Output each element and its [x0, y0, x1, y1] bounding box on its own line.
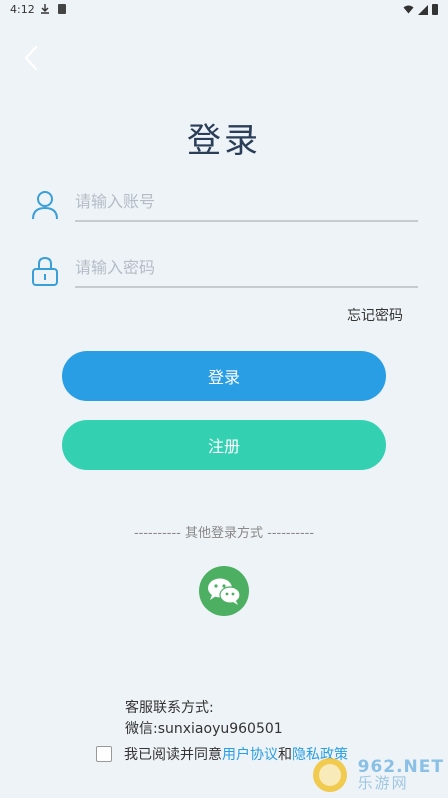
agreement-checkbox[interactable]	[96, 746, 112, 762]
user-icon	[30, 189, 60, 221]
lock-icon	[30, 255, 60, 287]
wechat-login-button[interactable]	[199, 566, 249, 616]
page-title: 登录	[187, 121, 261, 161]
battery-icon	[432, 4, 438, 15]
download-icon	[40, 3, 50, 17]
wechat-icon	[208, 578, 241, 605]
watermark-name: 乐游网	[357, 774, 409, 792]
password-underline	[75, 286, 418, 288]
agreement-and: 和	[278, 747, 292, 763]
wifi-icon	[403, 5, 414, 14]
status-indicators	[403, 4, 438, 15]
app-notification-icon	[58, 4, 66, 14]
forgot-password-link[interactable]: 忘记密码	[347, 305, 403, 325]
status-time: 4:12	[10, 3, 35, 16]
account-underline	[75, 220, 418, 222]
signal-icon	[418, 4, 428, 15]
contact-wechat: 微信:sunxiaoyu960501	[125, 721, 283, 737]
watermark-brand: 962.NET	[357, 757, 444, 777]
watermark-logo-icon	[312, 758, 347, 792]
back-arrow-icon	[24, 45, 38, 71]
password-input[interactable]	[75, 250, 418, 284]
status-bar: 4:12	[0, 0, 448, 20]
back-button[interactable]	[20, 42, 48, 74]
contact-title: 客服联系方式:	[125, 700, 214, 716]
user-agreement-link[interactable]: 用户协议	[222, 744, 278, 764]
login-button[interactable]: 登录	[62, 351, 386, 401]
account-input[interactable]	[75, 184, 418, 218]
other-login-divider: ---------- 其他登录方式 ----------	[133, 526, 315, 541]
register-button[interactable]: 注册	[62, 420, 386, 470]
agreement-prefix: 我已阅读并同意	[124, 747, 222, 763]
watermark: 962.NET 乐游网	[306, 756, 444, 794]
